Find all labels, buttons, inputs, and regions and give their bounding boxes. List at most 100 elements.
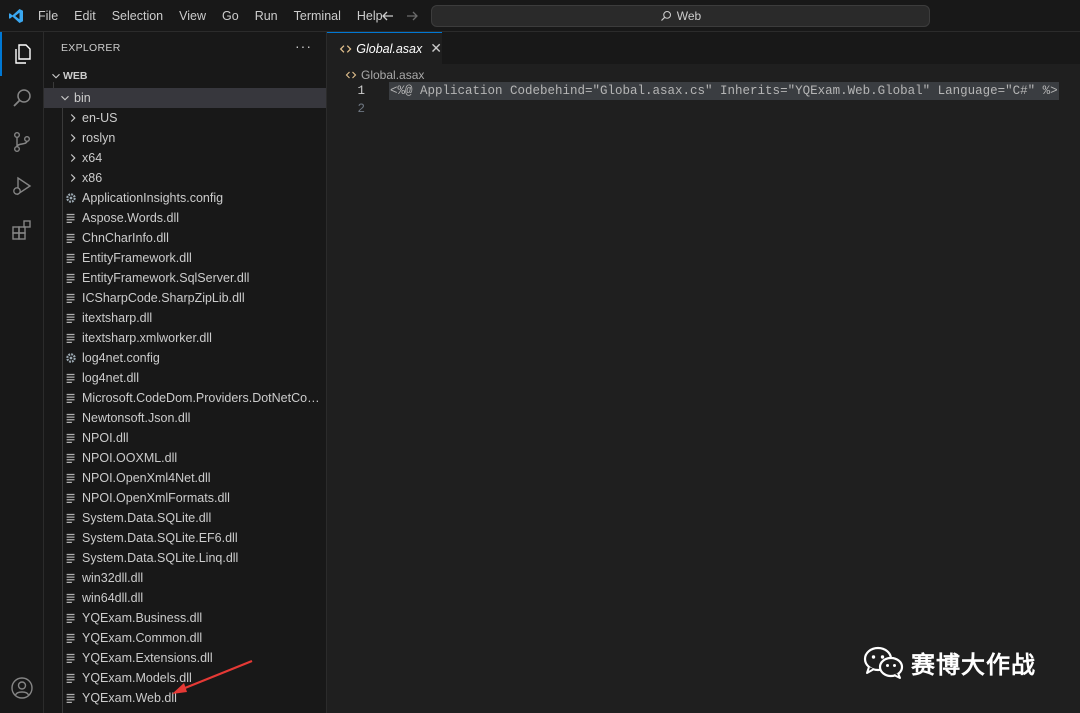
chevron-right-icon [70,174,76,182]
tree-file[interactable]: EntityFramework.SqlServer.dll [44,268,326,288]
tree-file[interactable]: log4net.dll [44,368,326,388]
tree-item-label: x64 [82,151,103,165]
menu-go[interactable]: Go [214,0,247,32]
code-brackets-icon [345,71,357,79]
explorer-title: EXPLORER [61,42,121,54]
tree-file[interactable]: log4net.config [44,348,326,368]
vscode-logo-icon [9,9,23,23]
tree-file[interactable]: NPOI.dll [44,428,326,448]
file-lines-icon [66,233,75,243]
tree-file[interactable]: win32dll.dll [44,568,326,588]
tree-file[interactable]: ChnCharInfo.dll [44,228,326,248]
tree-file[interactable]: ICSharpCode.SharpZipLib.dll [44,288,326,308]
menu-selection[interactable]: Selection [104,0,171,32]
menu-run[interactable]: Run [247,0,286,32]
tree-file[interactable]: NPOI.OpenXml4Net.dll [44,468,326,488]
tree-folder-roslyn[interactable]: roslyn [44,128,326,148]
tree-file[interactable]: NPOI.OpenXmlFormats.dll [44,488,326,508]
tree-file[interactable]: Newtonsoft.Json.dll [44,408,326,428]
tree-folder-x86[interactable]: x86 [44,168,326,188]
wechat-icon [863,646,904,679]
watermark: 赛博大作战 [863,645,1036,680]
file-lines-icon [66,673,75,683]
tree-file[interactable]: win64dll.dll [44,588,326,608]
more-actions-icon[interactable]: ··· [295,38,312,54]
line-number: 1 [357,84,365,98]
command-center-search[interactable]: Web [431,5,930,27]
editor-area: Global.asax ✕ Global.asax 1 <%@ Applicat… [327,32,1080,713]
command-center-label: Web [676,9,702,23]
tree-file[interactable]: ApplicationInsights.config [44,188,326,208]
tree-item-label: roslyn [82,131,116,145]
file-lines-icon [66,253,75,263]
tree-item-label: YQExam.Business.dll [82,611,203,625]
tree-file[interactable]: Microsoft.CodeDom.Providers.DotNetCompil… [44,388,326,408]
tree-file[interactable]: System.Data.SQLite.dll [44,508,326,528]
tree-item-label: Aspose.Words.dll [82,211,180,225]
arrow-right-icon[interactable] [404,8,420,24]
tree-item-label: System.Data.SQLite.Linq.dll [82,551,239,565]
tree-folder-en-us[interactable]: en-US [44,108,326,128]
tree-file[interactable]: itextsharp.dll [44,308,326,328]
extensions-icon[interactable] [0,208,44,252]
tree-file[interactable]: YQExam.Models.dll [44,668,326,688]
workspace-section-label: WEB [63,70,88,82]
tree-file[interactable]: YQExam.Common.dll [44,628,326,648]
chevron-right-icon [70,154,76,162]
file-lines-icon [66,593,75,603]
tree-file[interactable]: NPOI.OOXML.dll [44,448,326,468]
tree-item-label: YQExam.Models.dll [82,671,192,685]
file-lines-icon [66,653,75,663]
tree-file[interactable]: YQExam.Extensions.dll [44,648,326,668]
file-lines-icon [66,493,75,503]
file-lines-icon [66,633,75,643]
code-line: 1 <%@ Application Codebehind="Global.asa… [327,82,1080,100]
run-debug-icon[interactable] [0,164,44,208]
tree-item-label: win64dll.dll [82,591,144,605]
explorer-icon[interactable] [0,32,44,76]
tab-global-asax[interactable]: Global.asax ✕ [327,32,442,64]
tree-item-label: log4net.dll [82,371,139,385]
tree-file[interactable]: System.Data.SQLite.Linq.dll [44,548,326,568]
tree-folder-x64[interactable]: x64 [44,148,326,168]
tree-item-label: en-US [82,111,118,125]
file-lines-icon [66,433,75,443]
arrow-left-icon[interactable] [380,8,396,24]
tree-item-label: win32dll.dll [82,571,144,585]
tree-file[interactable]: Aspose.Words.dll [44,208,326,228]
file-lines-icon [66,553,75,563]
watermark-text: 赛博大作战 [911,651,1036,679]
file-lines-icon [66,393,75,403]
tree-file[interactable]: YQExam.Business.dll [44,608,326,628]
tree-item-label: itextsharp.dll [82,311,153,325]
workspace-section-header[interactable]: WEB [44,66,326,86]
explorer-sidebar: EXPLORER ··· WEB bin en-US roslyn x64 x86 Ap… [44,32,327,713]
menu-terminal[interactable]: Terminal [286,0,349,32]
file-lines-icon [66,693,75,703]
file-lines-icon [66,513,75,523]
tree-item-label: NPOI.OpenXml4Net.dll [82,471,211,485]
tree-item-label: EntityFramework.dll [82,251,192,265]
tree-file[interactable]: YQExam.Web.dll [44,688,326,708]
account-icon[interactable] [0,666,44,710]
tab-label: Global.asax [356,41,423,56]
search-icon[interactable] [0,76,44,120]
tree-item-label: x86 [82,171,103,185]
menu-edit[interactable]: Edit [66,0,104,32]
file-lines-icon [66,293,75,303]
tree-folder-bin[interactable]: bin [44,88,326,108]
chevron-right-icon [70,114,76,122]
source-control-icon[interactable] [0,120,44,164]
close-icon[interactable]: ✕ [430,40,442,57]
menu-file[interactable]: File [30,0,66,32]
tree-item-label: ICSharpCode.SharpZipLib.dll [82,291,245,305]
tree-file[interactable]: System.Data.SQLite.EF6.dll [44,528,326,548]
menu-view[interactable]: View [171,0,214,32]
tree-file[interactable]: itextsharp.xmlworker.dll [44,328,326,348]
file-lines-icon [66,613,75,623]
file-lines-icon [66,333,75,343]
file-lines-icon [66,533,75,543]
code-editor[interactable]: 1 <%@ Application Codebehind="Global.asa… [327,82,1080,118]
tree-file[interactable]: EntityFramework.dll [44,248,326,268]
file-lines-icon [66,473,75,483]
